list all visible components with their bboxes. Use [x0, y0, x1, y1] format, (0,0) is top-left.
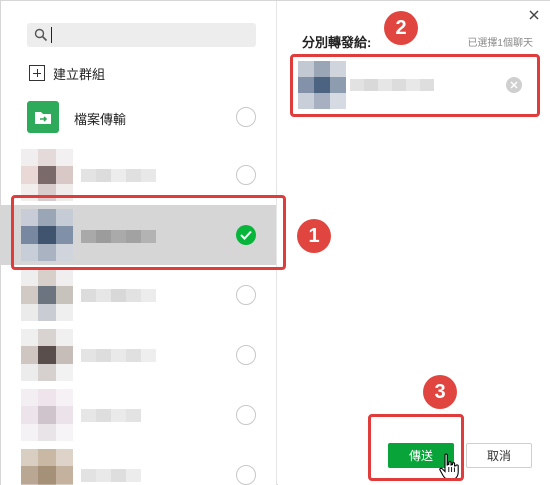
selected-chat-item	[294, 59, 528, 111]
step-badge-1: 1	[297, 219, 331, 253]
avatar	[21, 269, 73, 321]
list-item-file-transfer[interactable]: 檔案傳輸	[1, 87, 276, 147]
step-badge-3: 3	[423, 375, 457, 409]
search-input[interactable]	[55, 23, 250, 47]
select-radio[interactable]	[236, 345, 256, 365]
select-radio[interactable]	[236, 165, 256, 185]
contact-name	[81, 409, 141, 422]
select-radio[interactable]	[236, 285, 256, 305]
avatar	[21, 209, 73, 261]
close-icon[interactable]	[527, 8, 541, 22]
forward-dialog: 建立群組 檔案傳輸 分別轉發給: 已選擇1個聊天 傳送 取消 1 2 3	[0, 0, 550, 485]
list-item-contact[interactable]	[1, 385, 276, 445]
avatar	[298, 61, 346, 109]
contact-name	[81, 289, 156, 302]
create-group-label: 建立群組	[53, 66, 106, 82]
contact-name	[81, 469, 141, 482]
check-icon	[240, 230, 252, 240]
contact-name	[81, 349, 156, 362]
avatar	[21, 449, 73, 485]
file-transfer-label: 檔案傳輸	[74, 112, 127, 127]
select-radio[interactable]	[236, 405, 256, 425]
hand-pointer-icon	[439, 453, 459, 481]
selected-radio[interactable]	[236, 225, 256, 245]
forward-title: 分別轉發給:	[302, 35, 372, 50]
chat-name	[350, 79, 434, 91]
list-item-contact[interactable]	[1, 265, 276, 325]
search-box[interactable]	[27, 23, 256, 47]
contact-name	[81, 230, 156, 243]
select-radio[interactable]	[236, 465, 256, 485]
contact-name	[81, 169, 156, 182]
file-transfer-icon	[27, 101, 59, 133]
select-radio[interactable]	[236, 107, 256, 127]
step-badge-2: 2	[384, 11, 418, 45]
text-caret	[51, 27, 52, 43]
cancel-button[interactable]: 取消	[466, 443, 532, 468]
remove-circle-icon[interactable]	[506, 77, 522, 93]
list-item-contact[interactable]	[1, 325, 276, 385]
search-icon	[34, 28, 48, 42]
list-item-contact-selected[interactable]	[1, 205, 276, 265]
avatar	[21, 389, 73, 441]
list-item-contact[interactable]	[1, 445, 276, 485]
contact-list-pane: 建立群組 檔案傳輸	[1, 1, 277, 485]
avatar	[21, 329, 73, 381]
avatar	[21, 149, 73, 201]
plus-square-icon	[29, 65, 45, 81]
selected-count: 已選擇1個聊天	[467, 38, 533, 49]
list-item-contact[interactable]	[1, 145, 276, 205]
create-group-button[interactable]: 建立群組	[29, 63, 105, 83]
